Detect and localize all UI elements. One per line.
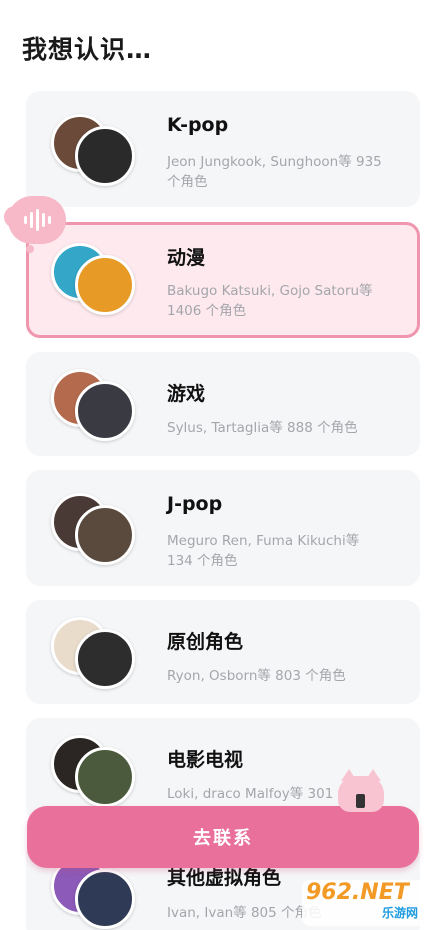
avatar: [75, 381, 135, 441]
card-description: Meguro Ren, Fuma Kikuchi等 134 个角色: [167, 533, 360, 569]
card-title: 电影电视: [167, 749, 244, 771]
card-title: K-pop: [167, 114, 229, 136]
avatar: [75, 629, 135, 689]
card-title: J-pop: [167, 493, 223, 515]
card-title: 动漫: [167, 247, 206, 269]
avatar-group: [51, 617, 139, 695]
cat-mascot-icon: [338, 769, 384, 812]
avatar-group: [51, 493, 139, 571]
card-title: 原创角色: [167, 631, 244, 653]
avatar: [75, 255, 135, 315]
watermark-logo: 962.NET 乐游网: [302, 880, 440, 926]
card-description: Ryon, Osborn等 803 个角色: [167, 668, 346, 684]
avatar: [75, 505, 135, 565]
avatar-group: [51, 114, 139, 192]
category-card-original[interactable]: 原创角色 Ryon, Osborn等 803 个角色: [26, 600, 420, 704]
avatar: [75, 126, 135, 186]
avatar-group: [51, 369, 139, 447]
avatar: [75, 869, 135, 929]
avatar-group: [51, 735, 139, 813]
page-title: 我想认识…: [22, 35, 153, 64]
category-card-game[interactable]: 游戏 Sylus, Tartaglia等 888 个角色: [26, 352, 420, 456]
contact-button[interactable]: 去联系: [27, 806, 419, 868]
voice-bubble-icon: [4, 196, 66, 253]
card-title: 游戏: [167, 383, 206, 405]
category-card-jpop[interactable]: J-pop Meguro Ren, Fuma Kikuchi等 134 个角色: [26, 470, 420, 586]
category-card-anime[interactable]: 动漫 Bakugo Katsuki, Gojo Satoru等 1406 个角色: [26, 222, 420, 338]
avatar: [75, 747, 135, 807]
card-description: Bakugo Katsuki, Gojo Satoru等 1406 个角色: [167, 283, 373, 319]
category-card-kpop[interactable]: K-pop Jeon Jungkook, Sunghoon等 935 个角色: [26, 91, 420, 207]
avatar-group: [51, 243, 139, 321]
card-description: Jeon Jungkook, Sunghoon等 935 个角色: [167, 154, 382, 190]
card-description: Sylus, Tartaglia等 888 个角色: [167, 420, 358, 436]
